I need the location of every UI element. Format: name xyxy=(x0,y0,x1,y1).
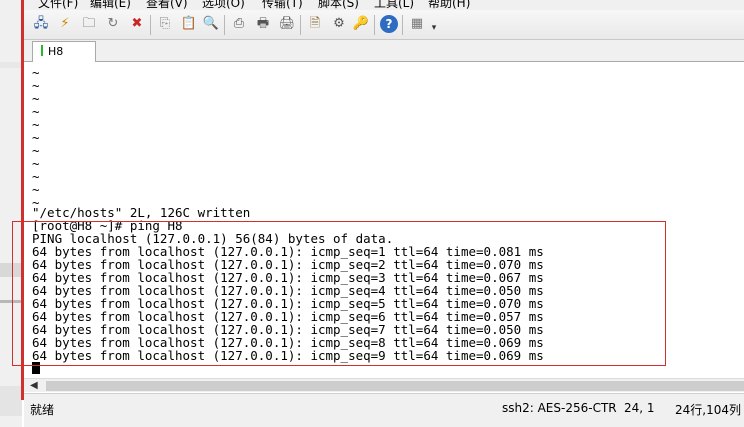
print-icon[interactable]: 🖨 xyxy=(278,15,296,33)
help-icon[interactable]: ? xyxy=(380,15,398,33)
status-bar: 就绪 ssh2: AES-256-CTR 24, 1 24行,104列 xyxy=(24,393,744,427)
scroll-left-icon[interactable]: ◀ xyxy=(30,379,38,393)
keymap-icon[interactable]: 🔑 xyxy=(352,15,370,33)
background-window-strip xyxy=(0,386,22,416)
status-ready: 就绪 xyxy=(30,403,55,417)
copy-icon[interactable]: ⎘ xyxy=(156,15,174,33)
tab-label: H8 xyxy=(48,45,64,58)
connect-in-tab-icon[interactable]: 🗀 xyxy=(80,15,98,33)
find-icon[interactable]: 🔍 xyxy=(202,15,220,33)
reconnect-icon[interactable]: ↻ xyxy=(104,15,122,33)
background-window-strip xyxy=(0,300,22,303)
session-options-icon[interactable]: 🗎 xyxy=(306,15,324,33)
menu-options[interactable]: 选项(O) xyxy=(202,0,245,10)
background-window-strip xyxy=(0,263,22,277)
global-options-icon[interactable]: ⚙ xyxy=(330,15,348,33)
session-tab-bar: H8 xyxy=(24,40,744,62)
menu-tools[interactable]: 工具(L) xyxy=(374,0,414,10)
quick-connect-icon[interactable]: ⚡ xyxy=(56,15,74,33)
toolbar-separator xyxy=(150,15,151,35)
toolbar-separator xyxy=(374,15,375,35)
print-preview-icon[interactable]: 🖶 xyxy=(254,15,272,33)
terminal-cursor xyxy=(32,362,40,374)
scrollbar-thumb[interactable] xyxy=(46,381,744,391)
status-encryption: ssh2: AES-256-CTR xyxy=(502,401,617,415)
menu-view[interactable]: 查看(V) xyxy=(146,0,188,10)
paste-icon[interactable]: 📋 xyxy=(180,15,198,33)
background-window-strip xyxy=(0,62,22,68)
connect-icon[interactable]: 🖧 xyxy=(32,15,50,33)
print-setup-icon[interactable]: ⎙ xyxy=(230,15,248,33)
background-window xyxy=(0,0,22,427)
disconnect-icon[interactable]: ✖ xyxy=(128,15,146,33)
status-cursor-position: 24, 1 xyxy=(624,401,655,415)
menu-edit[interactable]: 编辑(E) xyxy=(90,0,131,10)
connected-status-icon xyxy=(41,45,43,56)
terminal-line: 64 bytes from localhost (127.0.0.1): icm… xyxy=(32,348,544,363)
menu-help[interactable]: 帮助(H) xyxy=(428,0,470,10)
tab-h8[interactable]: H8 xyxy=(32,41,96,62)
status-terminal-size: 24行,104列 xyxy=(675,403,741,417)
toolbar: 🖧 ⚡ 🗀 ↻ ✖ ⎘ 📋 🔍 ⎙ 🖶 🖨 🗎 ⚙ 🔑 ? ▦ ▾ xyxy=(24,10,744,40)
toolbar-separator xyxy=(224,15,225,35)
menu-file[interactable]: 文件(F) xyxy=(38,0,78,10)
toolbar-overflow-icon[interactable]: ▾ xyxy=(429,23,439,33)
menu-transfer[interactable]: 传输(T) xyxy=(262,0,303,10)
terminal-output[interactable]: ~ ~ ~ ~ ~ ~ ~ ~ ~ ~ ~ "/etc/hosts" 2L, 1… xyxy=(24,62,744,378)
menu-script[interactable]: 脚本(S) xyxy=(318,0,359,10)
menu-bar: 文件(F) 编辑(E) 查看(V) 选项(O) 传输(T) 脚本(S) 工具(L… xyxy=(24,0,744,10)
horizontal-scrollbar[interactable]: ◀ xyxy=(24,378,744,392)
toolbar-separator xyxy=(402,15,403,35)
toolbar-separator xyxy=(300,15,301,35)
sftp-icon[interactable]: ▦ xyxy=(408,15,426,33)
